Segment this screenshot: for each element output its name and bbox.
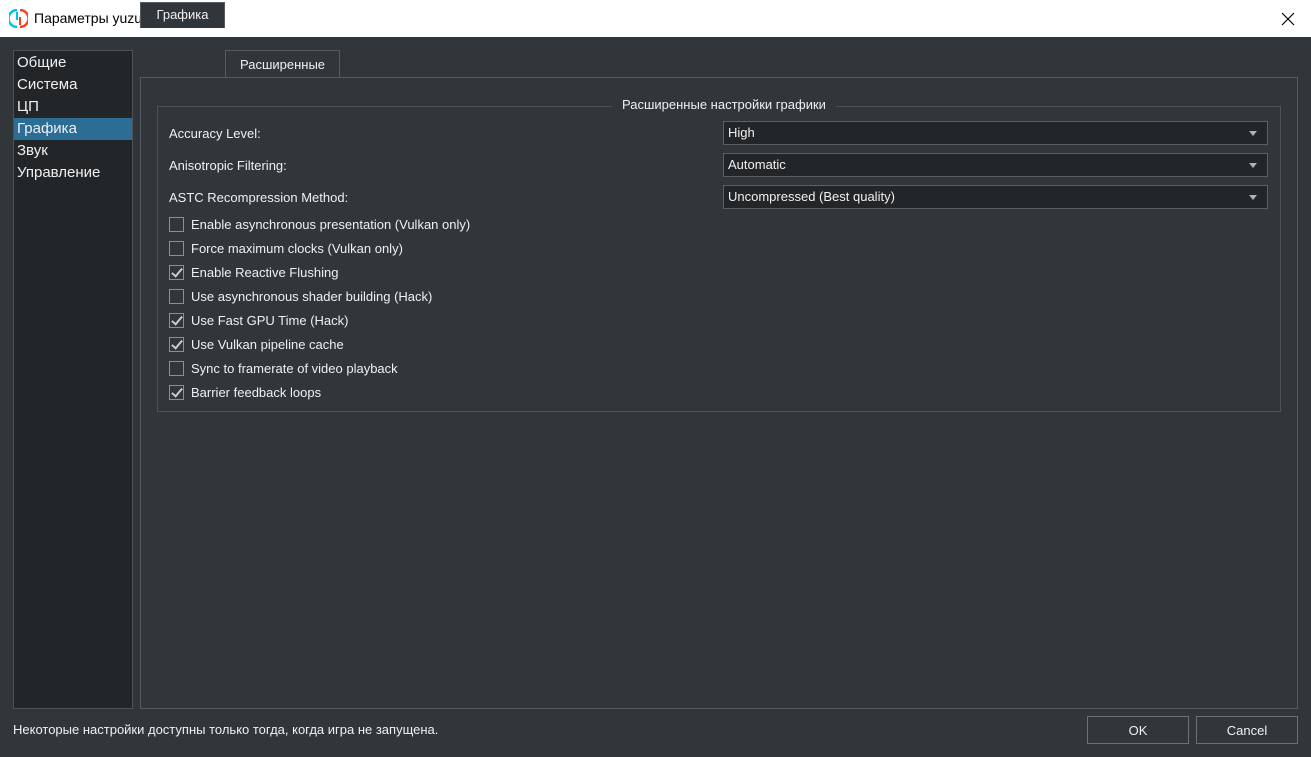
checkbox-label: Barrier feedback loops — [191, 384, 322, 400]
sidebar-item-general[interactable]: Общие — [14, 52, 132, 74]
checkbox-box[interactable] — [169, 216, 184, 232]
checkbox-box-checked[interactable] — [169, 312, 184, 328]
accuracy-level-select[interactable]: High — [723, 121, 1268, 145]
async-presentation-checkbox[interactable]: Enable asynchronous presentation (Vulkan… — [169, 215, 470, 233]
checkbox-label: Enable Reactive Flushing — [191, 264, 339, 280]
settings-category-list[interactable]: Общие Система ЦП Графика Звук Управление — [13, 50, 133, 709]
anisotropic-filtering-label: Anisotropic Filtering: — [169, 158, 287, 173]
tab-advanced[interactable]: Расширенные — [225, 50, 340, 78]
sidebar-item-cpu[interactable]: ЦП — [14, 96, 132, 118]
anisotropic-filtering-select[interactable]: Automatic — [723, 153, 1268, 177]
sync-framerate-checkbox[interactable]: Sync to framerate of video playback — [169, 359, 398, 377]
astc-recompression-value: Uncompressed (Best quality) — [728, 189, 895, 204]
ok-button[interactable]: OK — [1087, 716, 1189, 744]
dropdown-arrow-icon — [1249, 195, 1257, 200]
async-shader-checkbox[interactable]: Use asynchronous shader building (Hack) — [169, 287, 432, 305]
barrier-feedback-loops-checkbox[interactable]: Barrier feedback loops — [169, 383, 321, 401]
force-max-clocks-checkbox[interactable]: Force maximum clocks (Vulkan only) — [169, 239, 403, 257]
vulkan-pipeline-cache-checkbox[interactable]: Use Vulkan pipeline cache — [169, 335, 344, 353]
checkbox-box[interactable] — [169, 288, 184, 304]
checkbox-label: Force maximum clocks (Vulkan only) — [191, 240, 403, 256]
checkbox-label: Sync to framerate of video playback — [191, 360, 398, 376]
close-icon — [1281, 12, 1295, 25]
sidebar-item-system[interactable]: Система — [14, 74, 132, 96]
checkbox-box-checked[interactable] — [169, 336, 184, 352]
sidebar-item-graphics[interactable]: Графика — [14, 118, 132, 140]
accuracy-level-value: High — [728, 125, 755, 140]
checkbox-label: Enable asynchronous presentation (Vulkan… — [191, 216, 471, 232]
dropdown-arrow-icon — [1249, 131, 1257, 136]
checkbox-box-checked[interactable] — [169, 384, 184, 400]
window-title: Параметры yuzu — [34, 10, 143, 26]
yuzu-logo-icon — [9, 9, 28, 28]
sidebar-item-controls[interactable]: Управление — [14, 162, 132, 184]
checkbox-label: Use asynchronous shader building (Hack) — [191, 288, 433, 304]
status-message: Некоторые настройки доступны только тогд… — [13, 722, 439, 737]
astc-recompression-label: ASTC Recompression Method: — [169, 190, 349, 205]
close-button[interactable] — [1265, 0, 1311, 37]
reactive-flushing-checkbox[interactable]: Enable Reactive Flushing — [169, 263, 338, 281]
checkbox-box-checked[interactable] — [169, 264, 184, 280]
sidebar-item-audio[interactable]: Звук — [14, 140, 132, 162]
astc-recompression-select[interactable]: Uncompressed (Best quality) — [723, 185, 1268, 209]
checkbox-box[interactable] — [169, 240, 184, 256]
accuracy-level-label: Accuracy Level: — [169, 126, 261, 141]
fast-gpu-time-checkbox[interactable]: Use Fast GPU Time (Hack) — [169, 311, 348, 329]
cancel-button[interactable]: Cancel — [1196, 716, 1298, 744]
tab-graphics[interactable]: Графика — [140, 2, 225, 28]
dropdown-arrow-icon — [1249, 163, 1257, 168]
anisotropic-filtering-value: Automatic — [728, 157, 786, 172]
checkbox-label: Use Vulkan pipeline cache — [191, 336, 344, 352]
group-title: Расширенные настройки графики — [612, 96, 836, 114]
checkbox-box[interactable] — [169, 360, 184, 376]
checkbox-label: Use Fast GPU Time (Hack) — [191, 312, 349, 328]
